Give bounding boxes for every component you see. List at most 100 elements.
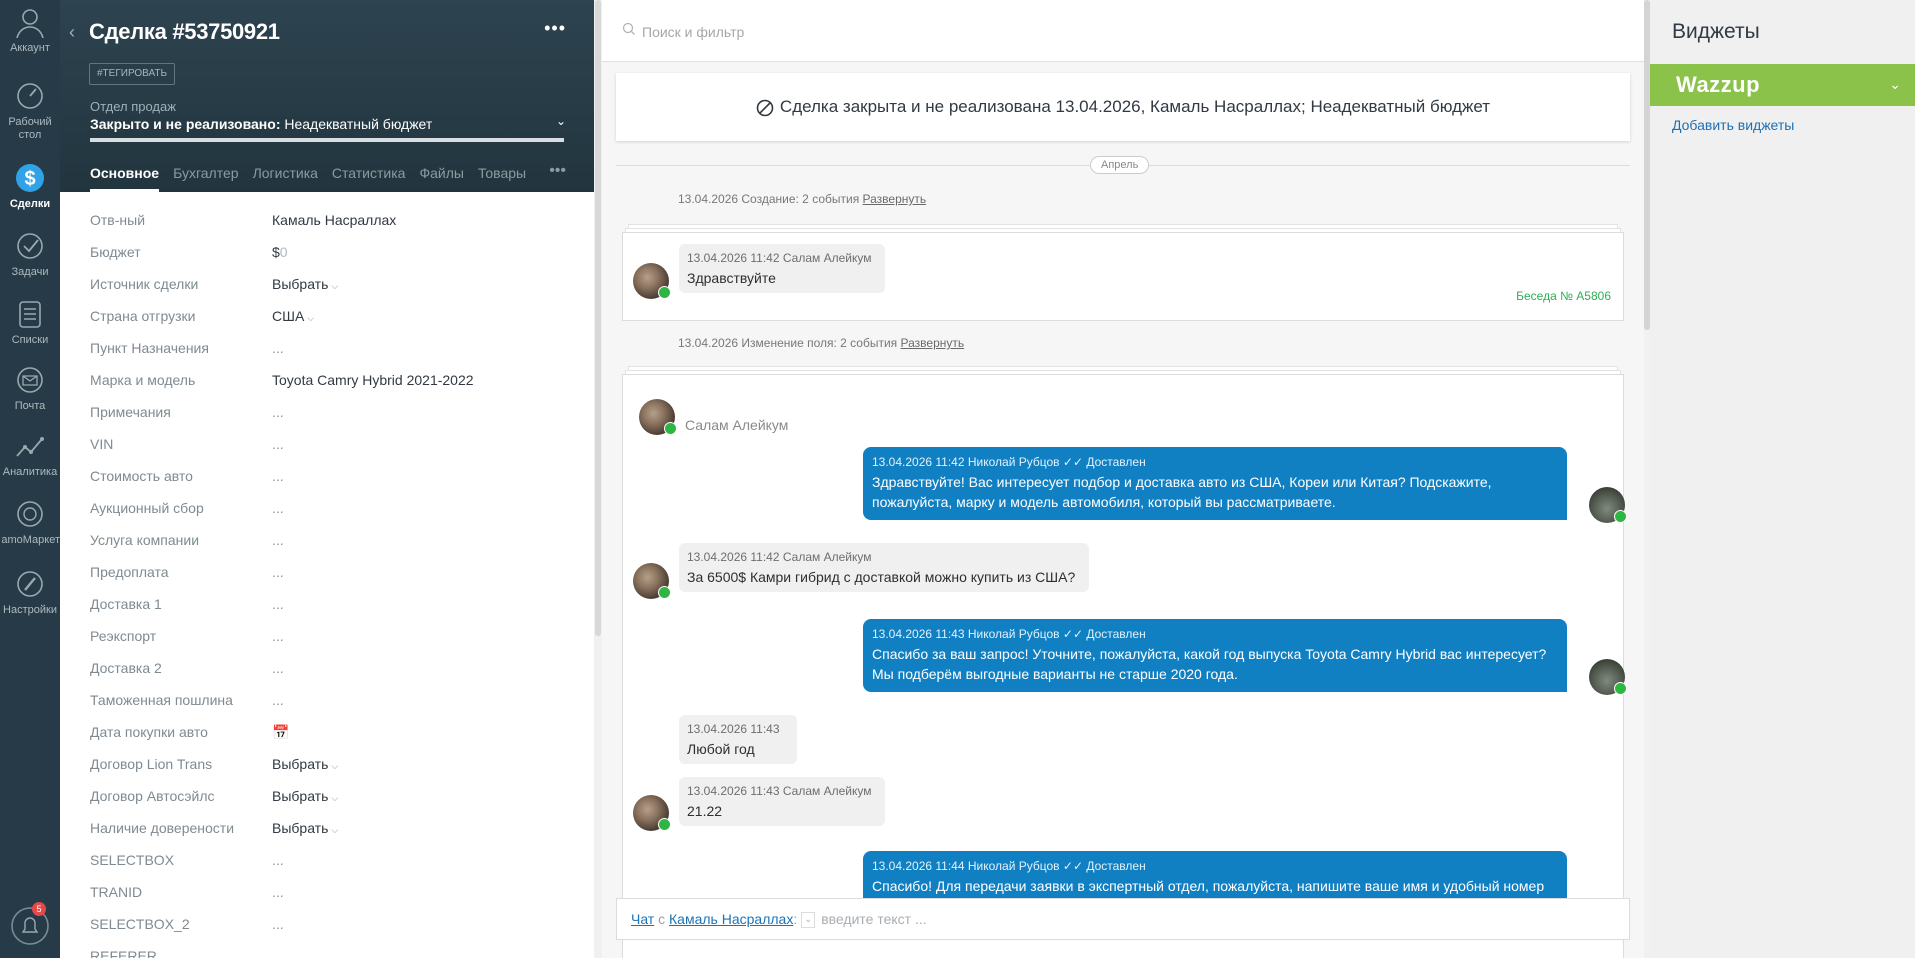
more-options-icon[interactable]: ••• [544, 18, 566, 39]
field-value[interactable]: ... [272, 852, 284, 868]
tab-files[interactable]: Файлы [419, 162, 463, 192]
deal-scrollbar-thumb[interactable] [595, 0, 601, 636]
field-value[interactable]: ... [272, 468, 284, 484]
field-select[interactable]: Выбрать ⌵ [272, 276, 338, 292]
field-label: Пункт Назначения [90, 340, 209, 356]
conversation-id[interactable]: Беседа № A5806 [1516, 289, 1611, 303]
field-select[interactable]: США ⌵ [272, 308, 314, 324]
field-value[interactable]: ... [272, 564, 284, 580]
message-meta: 13.04.2026 11:42 Салам Алейкум [687, 550, 872, 564]
field-value[interactable]: Toyota Camry Hybrid 2021-2022 [272, 372, 474, 388]
message-meta: 13.04.2026 11:43 Николай Рубцов [872, 627, 1060, 641]
message-card: 13.04.2026 11:42 Салам Алейкум Здравству… [622, 232, 1624, 321]
expand-link[interactable]: Развернуть [901, 336, 965, 350]
message-text: Здравствуйте! Вас интересует подбор и до… [872, 474, 1492, 510]
field-value-text: ... [272, 404, 284, 420]
add-widgets-link[interactable]: Добавить виджеты [1672, 117, 1794, 133]
field-value[interactable]: ... [272, 340, 284, 356]
deal-status-select[interactable]: Закрыто и не реализовано: Неадекватный б… [90, 116, 568, 132]
chevron-down-icon[interactable]: ⌄ [556, 114, 566, 128]
tab-main[interactable]: Основное [90, 162, 160, 192]
message-text: Спасибо! Для передачи заявки в экспертны… [872, 878, 1545, 894]
budget-amount: 0 [279, 244, 288, 260]
field-row: Бюджет $0 [90, 237, 570, 269]
field-row: Аукционный сбор... [90, 493, 570, 525]
field-row: Доставка 1... [90, 589, 570, 621]
field-row: Марка и модель Toyota Camry Hybrid 2021-2… [90, 365, 570, 397]
field-label: Доставка 1 [90, 596, 162, 612]
field-value-text: ... [272, 500, 284, 516]
prohibited-icon [756, 99, 774, 116]
field-value[interactable]: ... [272, 692, 284, 708]
field-value-text: ... [272, 340, 284, 356]
outgoing-message: 13.04.2026 11:43 Николай Рубцов ✓✓ Доста… [863, 619, 1567, 692]
field-value-text: ... [272, 916, 284, 932]
chat-input-bar: Чат с Камаль Насраллах: ⌄ [616, 898, 1630, 940]
field-label: Стоимость авто [90, 468, 193, 484]
chat-message-input[interactable] [821, 911, 1422, 927]
field-label: Бюджет [90, 244, 141, 260]
nav-item-tasks[interactable]: Задачи [0, 230, 60, 279]
deal-tabs: Основное Бухгалтер Логистика Статистика Файл… [90, 162, 540, 192]
incoming-message: 13.04.2026 11:43 Любой год [679, 715, 797, 764]
nav-item-deals[interactable]: $ Сделки [0, 162, 60, 211]
field-value-text: ... [272, 628, 284, 644]
field-value[interactable]: ... [272, 628, 284, 644]
wazzup-label: Wazzup [1676, 72, 1761, 97]
tab-logistics[interactable]: Логистика [253, 162, 318, 192]
nav-item-mail[interactable]: Почта [0, 364, 60, 413]
field-value[interactable]: ... [272, 596, 284, 612]
channel-select-chevron-icon[interactable]: ⌄ [801, 912, 816, 929]
nav-label-analytics: Аналитика [2, 466, 58, 478]
nav-item-settings[interactable]: Настройки [0, 568, 60, 617]
field-select[interactable]: Выбрать ⌵ [272, 756, 338, 772]
tag-button[interactable]: #ТЕГИРОВАТЬ [89, 63, 176, 85]
field-value-text: $ [272, 244, 280, 260]
nav-item-market[interactable]: amoМаркет [0, 498, 60, 547]
field-value[interactable]: ... [272, 884, 284, 900]
tab-products[interactable]: Товары [478, 162, 526, 192]
field-value[interactable]: ... [272, 436, 284, 452]
nav-label-market: amoМаркет [1, 534, 60, 546]
field-value-text: ... [272, 884, 284, 900]
field-value[interactable]: ... [272, 916, 284, 932]
field-value-text: ... [272, 596, 284, 612]
nav-item-account[interactable]: Аккаунт [0, 6, 60, 55]
search-input[interactable] [642, 20, 1542, 44]
field-value[interactable]: ... [272, 404, 284, 420]
chevron-down-icon: ⌵ [331, 761, 339, 771]
nav-item-analytics[interactable]: Аналитика [0, 430, 60, 479]
delivery-status: ✓✓ Доставлен [1062, 627, 1146, 641]
field-select[interactable]: Выбрать ⌵ [272, 820, 338, 836]
chevron-down-icon[interactable]: ⌄ [1889, 76, 1901, 93]
tab-statistics[interactable]: Статистика [332, 162, 406, 192]
field-value[interactable]: ... [272, 500, 284, 516]
field-row: REFERER [90, 941, 570, 958]
field-value-text: ... [272, 852, 284, 868]
expand-link[interactable]: Развернуть [863, 192, 927, 206]
contact-link[interactable]: Камаль Насраллах [669, 911, 793, 927]
event-created: 13.04.2026 Создание: 2 события Развернут… [678, 192, 926, 206]
field-value-text: США [272, 308, 305, 324]
field-value[interactable]: 📅 [272, 724, 289, 741]
field-value[interactable]: ... [272, 660, 284, 676]
field-value[interactable]: ... [272, 532, 284, 548]
deal-title[interactable]: Сделка #53750921 [89, 19, 280, 45]
settings-icon [17, 571, 43, 597]
wazzup-widget[interactable]: Wazzup ⌄ [1650, 64, 1915, 106]
message-meta: 13.04.2026 11:42 Салам Алейкум [687, 251, 872, 265]
tabs-more-icon[interactable]: ••• [549, 162, 566, 180]
field-row: Доставка 2... [90, 653, 570, 685]
back-chevron-icon[interactable]: ‹ [69, 22, 83, 42]
deal-scrollbar[interactable] [594, 0, 602, 958]
nav-item-dashboard[interactable]: Рабочий стол [0, 80, 60, 142]
field-value[interactable]: $0 [272, 244, 288, 260]
chat-link[interactable]: Чат [631, 911, 654, 927]
incoming-message: 13.04.2026 11:42 Салам Алейкум Здравству… [679, 244, 885, 293]
tab-accounting[interactable]: Бухгалтер [173, 162, 238, 192]
field-select[interactable]: Выбрать ⌵ [272, 788, 338, 804]
nav-label-tasks: Задачи [11, 266, 49, 278]
status-bold: Закрыто и не реализовано: [90, 116, 281, 132]
field-value[interactable]: Камаль Насраллах [272, 212, 396, 228]
nav-item-lists[interactable]: Списки [0, 298, 60, 347]
